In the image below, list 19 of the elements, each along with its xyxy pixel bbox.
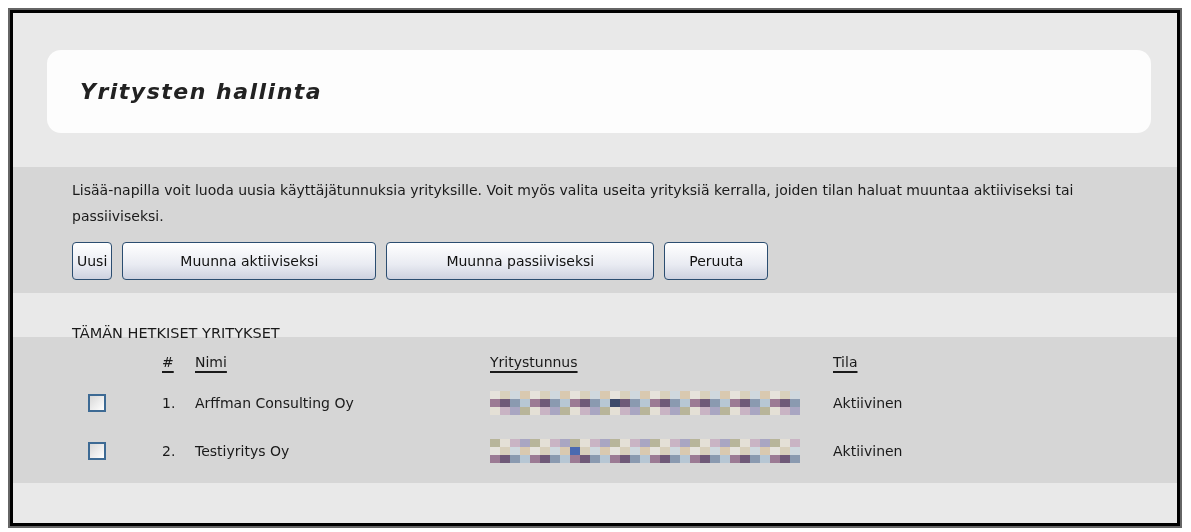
column-header[interactable]: Yritystunnus: [490, 354, 578, 370]
company-name: Arffman Consulting Oy: [195, 395, 354, 411]
action-button[interactable]: Muunna passiiviseksi: [386, 242, 655, 280]
status-text: Aktiivinen: [833, 395, 903, 411]
company-name: Testiyritys Oy: [195, 443, 290, 459]
description-text: Lisää-napilla voit luoda uusia käyttäjätunnuksia yrityksille. Voit myös valita useita yrityksiä kerralla, joiden tilan haluat muuntaa aktiiviseksi tai passiiviseksi.: [72, 181, 1075, 226]
column-header[interactable]: #: [162, 354, 174, 370]
action-button[interactable]: Uusi: [72, 242, 113, 280]
page-title: Yritysten hallinta: [80, 79, 323, 104]
action-button[interactable]: Peruuta: [664, 242, 769, 280]
row-checkbox[interactable]: [88, 394, 106, 412]
column-header[interactable]: Nimi: [195, 354, 227, 370]
column-header[interactable]: Tila: [833, 354, 858, 370]
section-heading: TÄMÄN HETKISET YRITYKSET: [71, 324, 281, 337]
action-button[interactable]: Muunna aktiiviseksi: [122, 242, 377, 280]
status-text: Aktiivinen: [833, 443, 903, 459]
row-number: 1.: [162, 395, 176, 411]
row-number: 2.: [162, 443, 176, 459]
row-checkbox[interactable]: [88, 442, 106, 460]
